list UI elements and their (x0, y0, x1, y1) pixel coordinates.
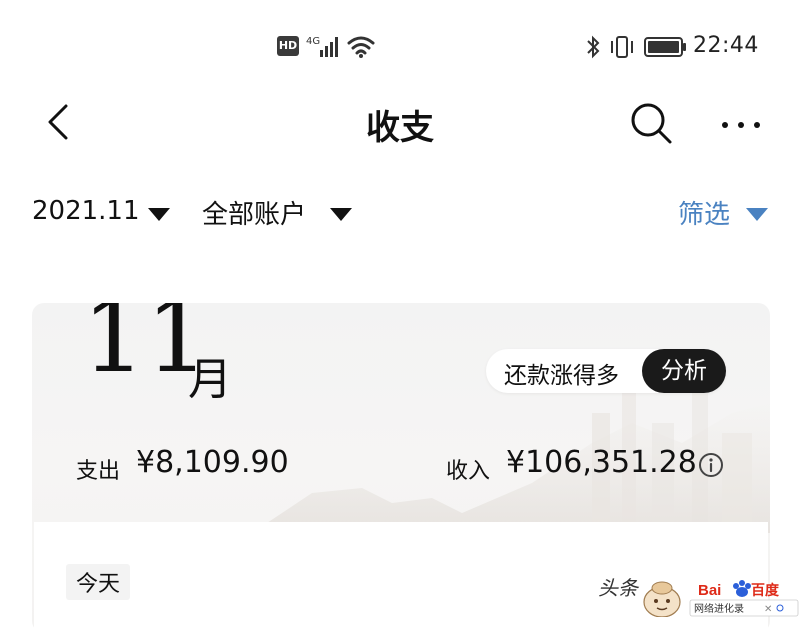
network-type-label: 4G (306, 36, 320, 47)
hd-badge: HD (277, 36, 299, 56)
top-bar: 收支 (0, 94, 800, 158)
toutiao-watermark: 头条 (598, 576, 638, 600)
baidu-caption: 网络进化录 (694, 602, 744, 615)
expense-amount: ¥8,109.90 (136, 445, 289, 480)
page-title: 收支 (366, 108, 434, 148)
clock-time: 22:44 (693, 33, 759, 58)
cellular-signal-icon: 4G (306, 36, 338, 57)
wifi-icon (347, 36, 375, 58)
info-icon[interactable] (698, 452, 724, 478)
svg-text:Bai: Bai (698, 582, 721, 599)
vibrate-icon (611, 36, 633, 58)
expense-label: 支出 (76, 459, 121, 484)
income-label: 收入 (446, 459, 491, 484)
status-bar: HD 4G 22:44 (0, 0, 800, 94)
svg-text:百度: 百度 (751, 582, 780, 599)
promo-text: 还款涨得多 (504, 363, 619, 389)
month-selector[interactable]: 2021.11 (32, 196, 140, 226)
caret-down-icon[interactable] (746, 208, 768, 222)
promo-pill[interactable]: 还款涨得多 分析 (486, 349, 726, 393)
filter-bar: 2021.11 全部账户 筛选 (0, 190, 800, 240)
battery-icon (644, 37, 686, 57)
baidu-watermark: Bai 百度 网络进化录 ✕ (689, 580, 799, 617)
date-section-label: 今天 (66, 564, 131, 600)
income-amount: ¥106,351.28 (506, 445, 697, 480)
more-options-icon[interactable] (716, 98, 766, 148)
filter-button[interactable]: 筛选 (678, 194, 730, 231)
analyze-button[interactable]: 分析 (642, 349, 726, 393)
month-unit: 月 (188, 354, 232, 405)
caret-down-icon[interactable] (148, 208, 170, 222)
bluetooth-icon (587, 35, 600, 59)
account-selector[interactable]: 全部账户 (202, 194, 306, 231)
search-icon[interactable] (626, 98, 676, 148)
caret-down-icon[interactable] (330, 208, 352, 222)
svg-text:✕: ✕ (764, 604, 772, 615)
mascot-watermark-icon (643, 581, 681, 617)
